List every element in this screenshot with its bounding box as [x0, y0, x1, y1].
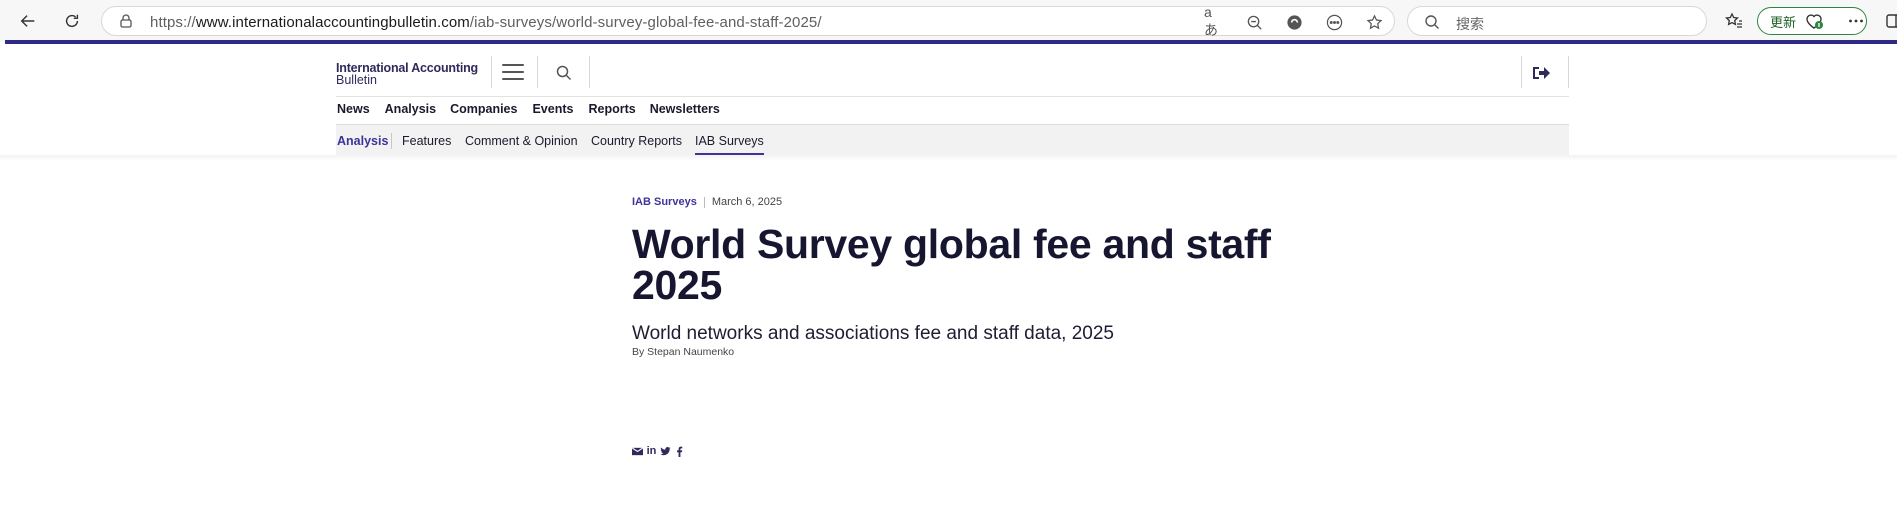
header-divider — [589, 56, 590, 88]
header-separator — [336, 96, 1569, 97]
facebook-icon — [677, 446, 683, 457]
email-share-button[interactable] — [632, 446, 643, 457]
more-circle-icon — [1326, 14, 1342, 30]
header-divider — [1568, 56, 1569, 88]
arrow-left-icon — [20, 15, 35, 27]
facebook-share-button[interactable] — [674, 446, 685, 457]
article-byline: By Stepan Naumenko — [632, 346, 735, 358]
header-shadow — [0, 155, 1897, 161]
subnav-item-features[interactable]: Features — [402, 134, 451, 148]
favorites-list-icon — [1725, 12, 1742, 28]
url-host: www.internationalaccountingbulletin.com — [195, 14, 470, 31]
hamburger-line — [502, 64, 524, 66]
linkedin-icon: in — [646, 445, 657, 457]
nav-item-newsletters[interactable]: Newsletters — [650, 102, 720, 116]
article-subtitle: World networks and associations fee and … — [632, 323, 1114, 344]
nav-item-reports[interactable]: Reports — [588, 102, 635, 116]
zoom-out-icon — [1247, 15, 1262, 30]
star-icon — [1366, 13, 1382, 29]
subnav-section-analysis[interactable]: Analysis — [337, 134, 388, 148]
main-nav: News Analysis Companies Events Reports N… — [337, 102, 720, 116]
more-tools-button[interactable] — [1324, 12, 1344, 32]
header-divider — [537, 56, 538, 88]
sidebar-toggle-button[interactable] — [1883, 10, 1897, 32]
header-divider — [491, 56, 492, 88]
reload-button[interactable] — [58, 8, 86, 34]
read-aloud-button[interactable]: aあ — [1204, 4, 1224, 38]
site-logo[interactable]: International Accounting Bulletin — [336, 62, 478, 87]
heart-badge-icon — [1806, 14, 1824, 29]
extension-button[interactable] — [1284, 12, 1304, 32]
nav-item-analysis[interactable]: Analysis — [385, 102, 436, 116]
twitter-share-button[interactable] — [660, 446, 671, 457]
browser-search-box[interactable]: 搜索 — [1407, 6, 1707, 36]
site-header: International Accounting Bulletin — [336, 52, 1569, 97]
subnav-separator — [391, 133, 392, 149]
favorite-button[interactable] — [1364, 12, 1384, 32]
article-category-link[interactable]: IAB Surveys — [632, 196, 697, 208]
share-links: in — [632, 446, 685, 457]
nav-item-events[interactable]: Events — [532, 102, 573, 116]
lock-icon — [120, 14, 132, 28]
menu-button[interactable] — [502, 62, 524, 82]
browser-toolbar: https://www.internationalaccountingbulle… — [0, 0, 1897, 42]
more-horizontal-icon — [1849, 19, 1863, 23]
article-date: March 6, 2025 — [711, 196, 783, 208]
hamburger-line — [502, 78, 524, 80]
url-text[interactable]: https://www.internationalaccountingbulle… — [150, 14, 822, 31]
update-label: 更新 — [1770, 14, 1797, 30]
url-path: /iab-surveys/world-survey-global-fee-and… — [469, 14, 822, 31]
search-icon — [1425, 15, 1439, 29]
read-aloud-icon: aあ — [1204, 4, 1218, 38]
browser-search-placeholder: 搜索 — [1456, 16, 1484, 32]
article-meta: IAB Surveys March 6, 2025 — [632, 196, 782, 208]
sub-nav: Analysis Features Comment & Opinion Coun… — [336, 124, 1569, 156]
article-title: World Survey global fee and staff 2025 — [632, 221, 1271, 308]
nav-item-companies[interactable]: Companies — [450, 102, 517, 116]
back-button[interactable] — [14, 8, 42, 34]
reload-icon — [65, 14, 79, 28]
meta-separator — [703, 196, 705, 208]
extension-icon — [1286, 14, 1302, 30]
linkedin-share-button[interactable]: in — [646, 446, 657, 457]
site-search-icon[interactable] — [555, 64, 573, 82]
twitter-icon — [660, 447, 671, 456]
subnav-item-country-reports[interactable]: Country Reports — [591, 134, 682, 148]
sign-in-icon[interactable] — [1531, 64, 1551, 82]
url-prefix: https:// — [150, 14, 196, 31]
subnav-item-comment-opinion[interactable]: Comment & Opinion — [465, 134, 578, 148]
subnav-item-iab-surveys[interactable]: IAB Surveys — [695, 134, 764, 155]
browser-accent-bar — [5, 40, 1897, 44]
hamburger-line — [502, 71, 524, 73]
nav-item-news[interactable]: News — [337, 102, 370, 116]
zoom-out-button[interactable] — [1244, 12, 1264, 32]
email-icon — [632, 447, 643, 456]
sidebar-icon — [1886, 14, 1897, 28]
settings-more-button[interactable] — [1845, 10, 1867, 32]
favorites-button[interactable] — [1723, 10, 1745, 32]
header-divider — [1521, 56, 1522, 88]
logo-line-2: Bulletin — [336, 73, 377, 87]
address-bar[interactable]: https://www.internationalaccountingbulle… — [101, 4, 1395, 38]
